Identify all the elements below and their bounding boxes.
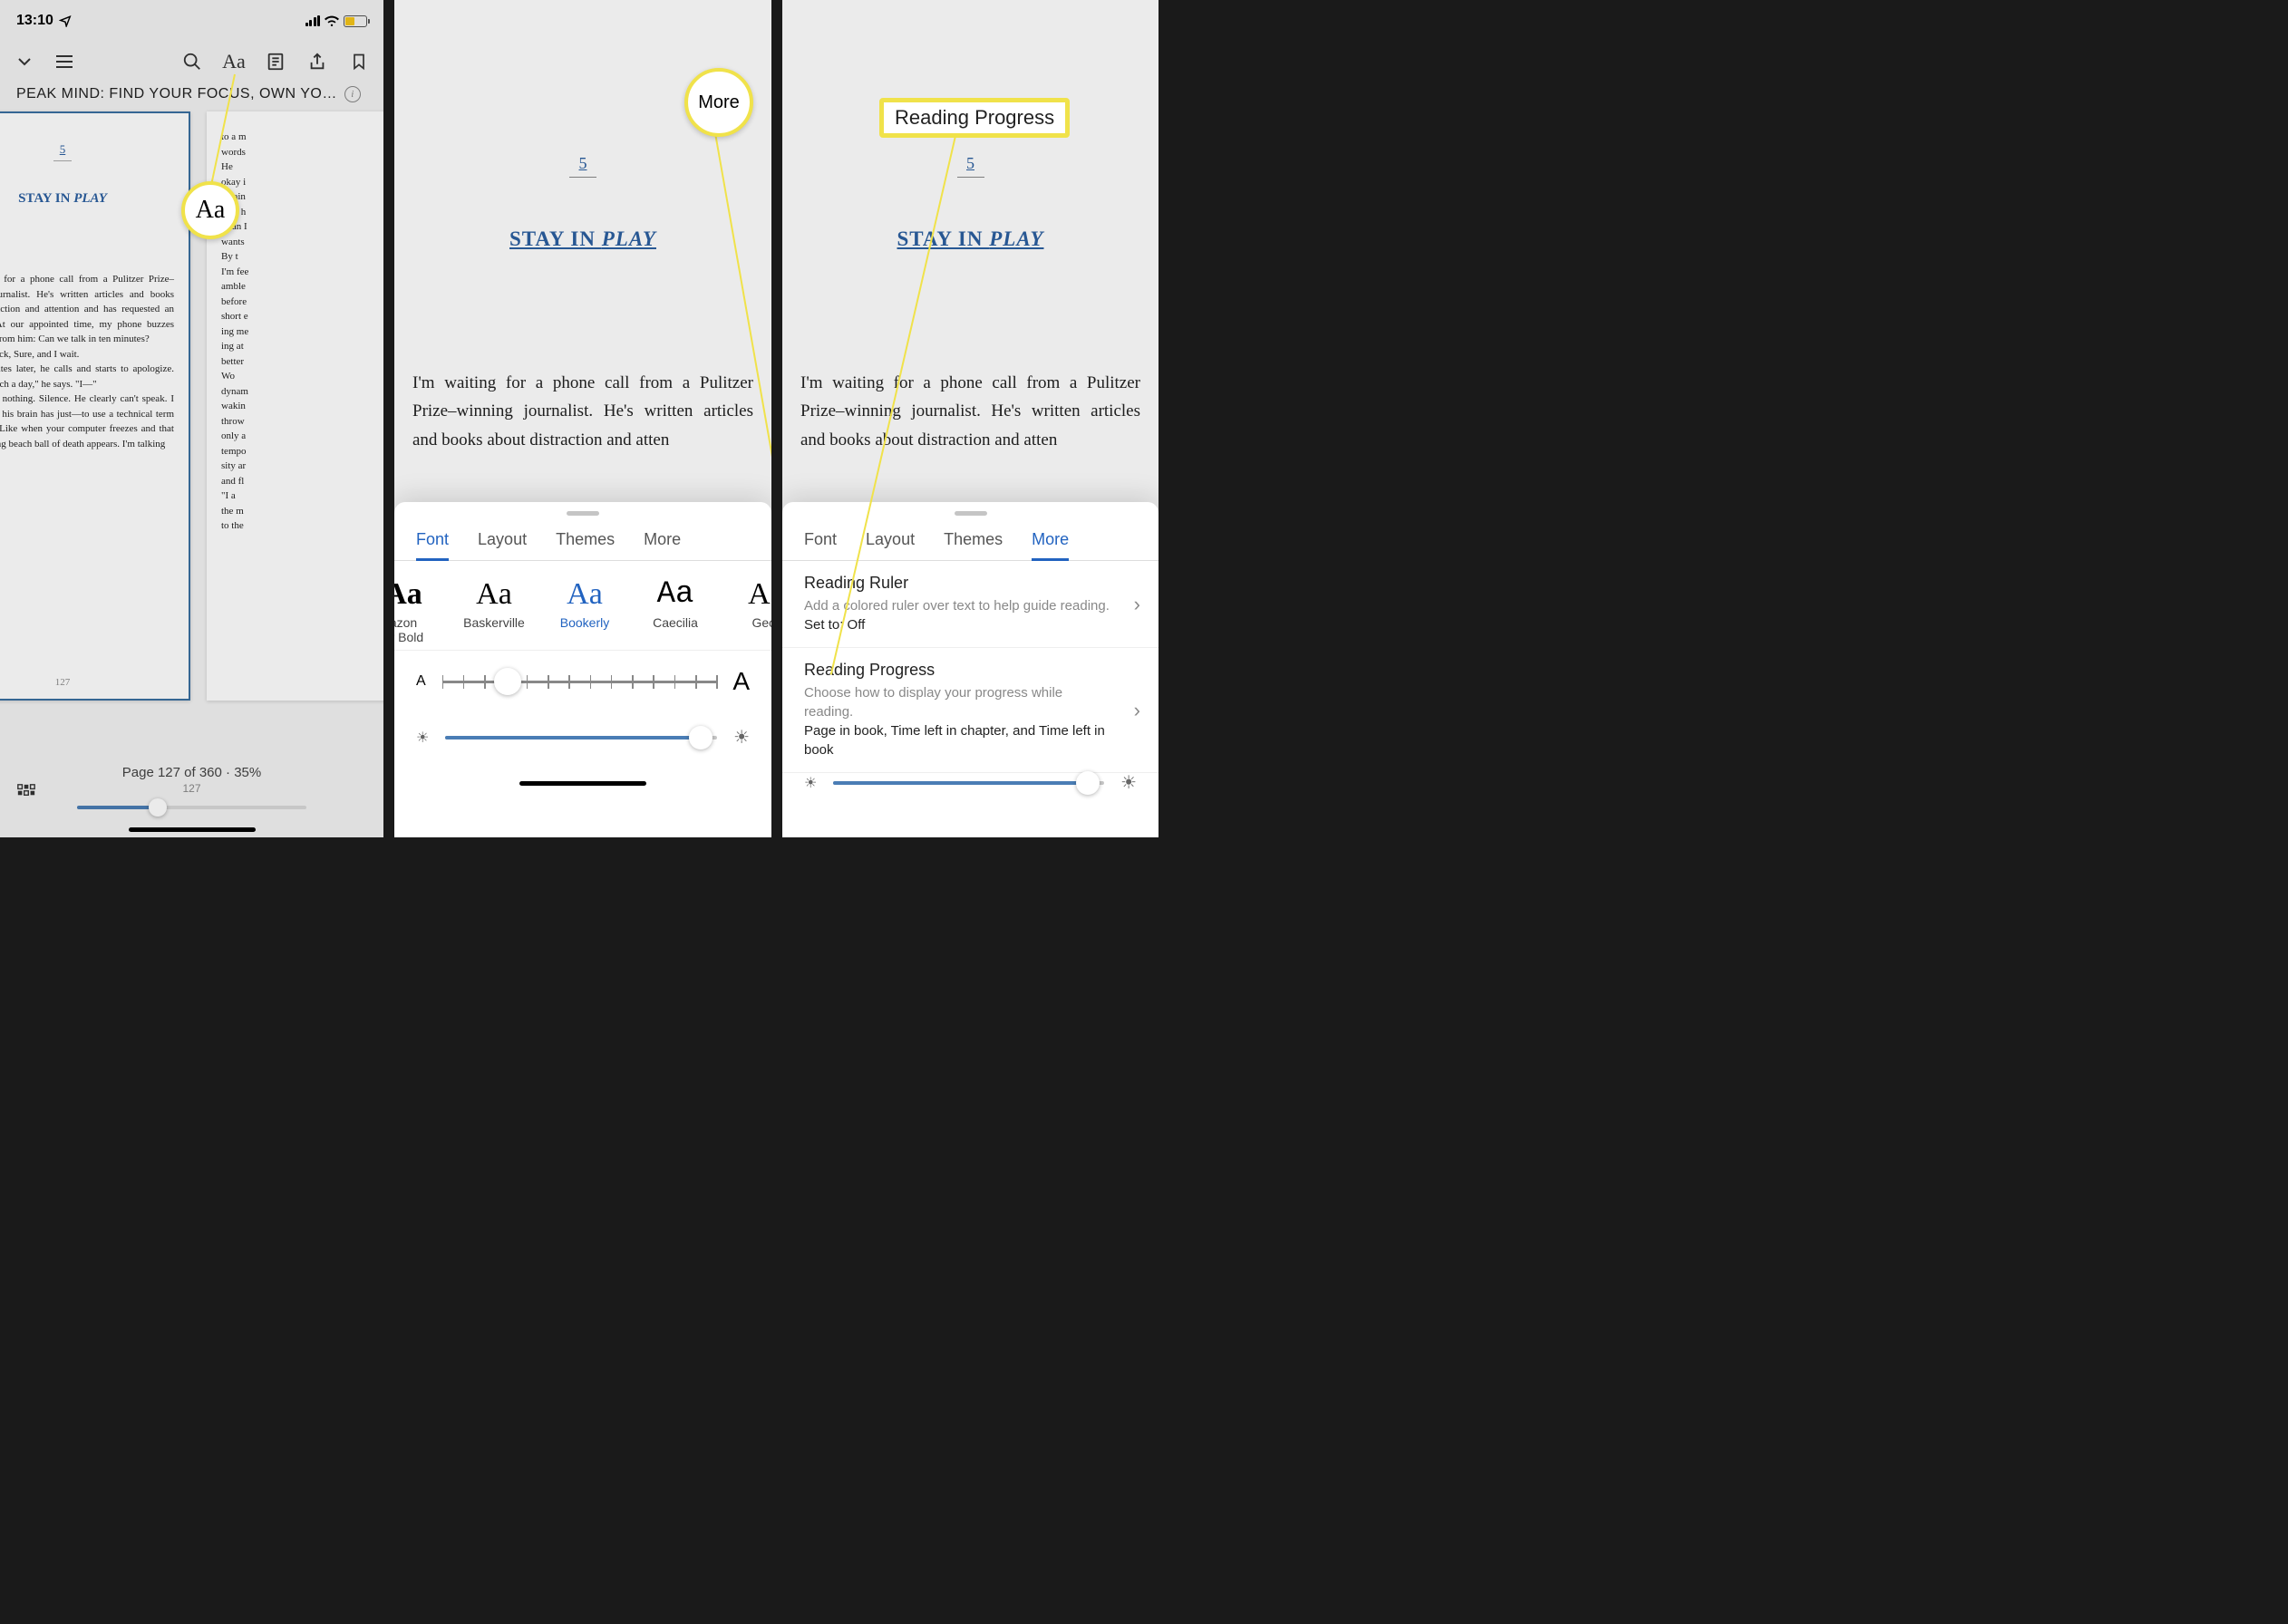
tab-layout[interactable]: Layout [866, 523, 915, 560]
reading-progress-item[interactable]: Reading Progress Choose how to display y… [782, 648, 1159, 773]
chevron-right-icon: › [1134, 699, 1140, 722]
brightness-slider[interactable]: ☀︎ ☀ [394, 712, 771, 776]
grid-view-button[interactable] [16, 783, 36, 803]
search-button[interactable] [181, 51, 203, 72]
location-icon [59, 14, 72, 27]
page-info: Page 127 of 360 · 35% [18, 765, 365, 780]
menu-button[interactable] [53, 51, 75, 72]
sheet-grabber[interactable] [955, 511, 987, 516]
sheet-grabber[interactable] [567, 511, 599, 516]
toc-button[interactable] [265, 51, 286, 72]
size-max-label: A [732, 667, 750, 696]
page-text: Ten minutes later, he calls and starts t… [0, 362, 174, 392]
reading-body: I'm waiting for a phone call from a Puli… [412, 369, 753, 454]
brightness-slider[interactable]: ☀︎ ☀ [782, 758, 1159, 821]
battery-icon [344, 15, 367, 27]
reading-ruler-state: Set to: Off [804, 615, 1113, 634]
annotation-highlight-more: More [684, 68, 753, 137]
wifi-icon [325, 15, 339, 26]
tab-themes[interactable]: Themes [556, 523, 615, 560]
tab-more[interactable]: More [1032, 523, 1069, 560]
progress-slider[interactable] [77, 806, 306, 809]
page-text: I write back, Sure, and I wait. [0, 347, 174, 362]
font-size-slider[interactable]: A A [394, 651, 771, 712]
reading-progress-desc: Choose how to display your progress whil… [804, 683, 1113, 721]
font-option-bookerly[interactable]: AaBookerly [539, 577, 630, 644]
status-time: 13:10 [16, 13, 53, 29]
home-indicator[interactable] [129, 827, 256, 832]
chevron-right-icon: › [1134, 593, 1140, 616]
brightness-high-icon: ☀ [733, 726, 750, 749]
book-title: PEAK MIND: FIND YOUR FOCUS, OWN YO… [16, 86, 337, 102]
annotation-highlight-aa: Aa [181, 181, 239, 239]
reading-ruler-desc: Add a colored ruler over text to help gu… [804, 596, 1113, 615]
chapter-number: 5 [569, 154, 596, 178]
font-settings-sheet: Font Layout Themes More Aaazoner Bold Aa… [394, 502, 771, 837]
page-number: 127 [0, 675, 189, 691]
page-text: I'm waiting for a phone call from a Puli… [0, 272, 174, 347]
font-option-caecilia[interactable]: AaCaecilia [630, 577, 721, 644]
tab-font[interactable]: Font [416, 523, 449, 560]
tab-themes[interactable]: Themes [944, 523, 1003, 560]
info-icon[interactable]: i [344, 86, 361, 102]
chapter-title: STAY IN PLAY [412, 227, 753, 251]
display-settings-button[interactable]: Aa [223, 51, 245, 72]
reading-body: I'm waiting for a phone call from a Puli… [800, 369, 1140, 454]
reader-toolbar: Aa [0, 36, 383, 86]
page-text: And then nothing. Silence. He clearly ca… [0, 392, 174, 451]
tab-more[interactable]: More [644, 523, 681, 560]
reading-progress-title: Reading Progress [804, 661, 1113, 680]
more-settings-sheet: Font Layout Themes More Reading Ruler Ad… [782, 502, 1159, 837]
reading-progress-state: Page in book, Time left in chapter, and … [804, 721, 1113, 759]
brightness-low-icon: ☀︎ [804, 774, 817, 792]
font-option-amazon[interactable]: Aaazoner Bold [394, 577, 449, 644]
share-button[interactable] [306, 51, 328, 72]
size-min-label: A [416, 673, 426, 690]
tab-font[interactable]: Font [804, 523, 837, 560]
status-bar: 13:10 [0, 0, 383, 36]
chapter-title: STAY IN PLAY [0, 188, 174, 209]
chapter-number: 5 [53, 140, 72, 161]
signal-icon [305, 15, 321, 26]
font-samples: Aaazoner Bold AaBaskerville AaBookerly A… [394, 561, 782, 651]
font-option-georgia[interactable]: AaGeor [721, 577, 782, 644]
home-indicator[interactable] [519, 781, 646, 786]
collapse-button[interactable] [14, 51, 35, 72]
bookmark-button[interactable] [348, 51, 370, 72]
font-option-baskerville[interactable]: AaBaskerville [449, 577, 539, 644]
brightness-high-icon: ☀ [1120, 771, 1137, 794]
page-position: 127 [18, 782, 365, 795]
tab-layout[interactable]: Layout [478, 523, 527, 560]
annotation-highlight-reading-progress: Reading Progress [879, 98, 1070, 138]
current-page-thumb[interactable]: 5 STAY IN PLAY I'm waiting for a phone c… [0, 111, 190, 701]
chapter-number: 5 [957, 154, 984, 178]
brightness-low-icon: ☀︎ [416, 729, 429, 747]
chapter-title: STAY IN PLAY [800, 227, 1140, 251]
